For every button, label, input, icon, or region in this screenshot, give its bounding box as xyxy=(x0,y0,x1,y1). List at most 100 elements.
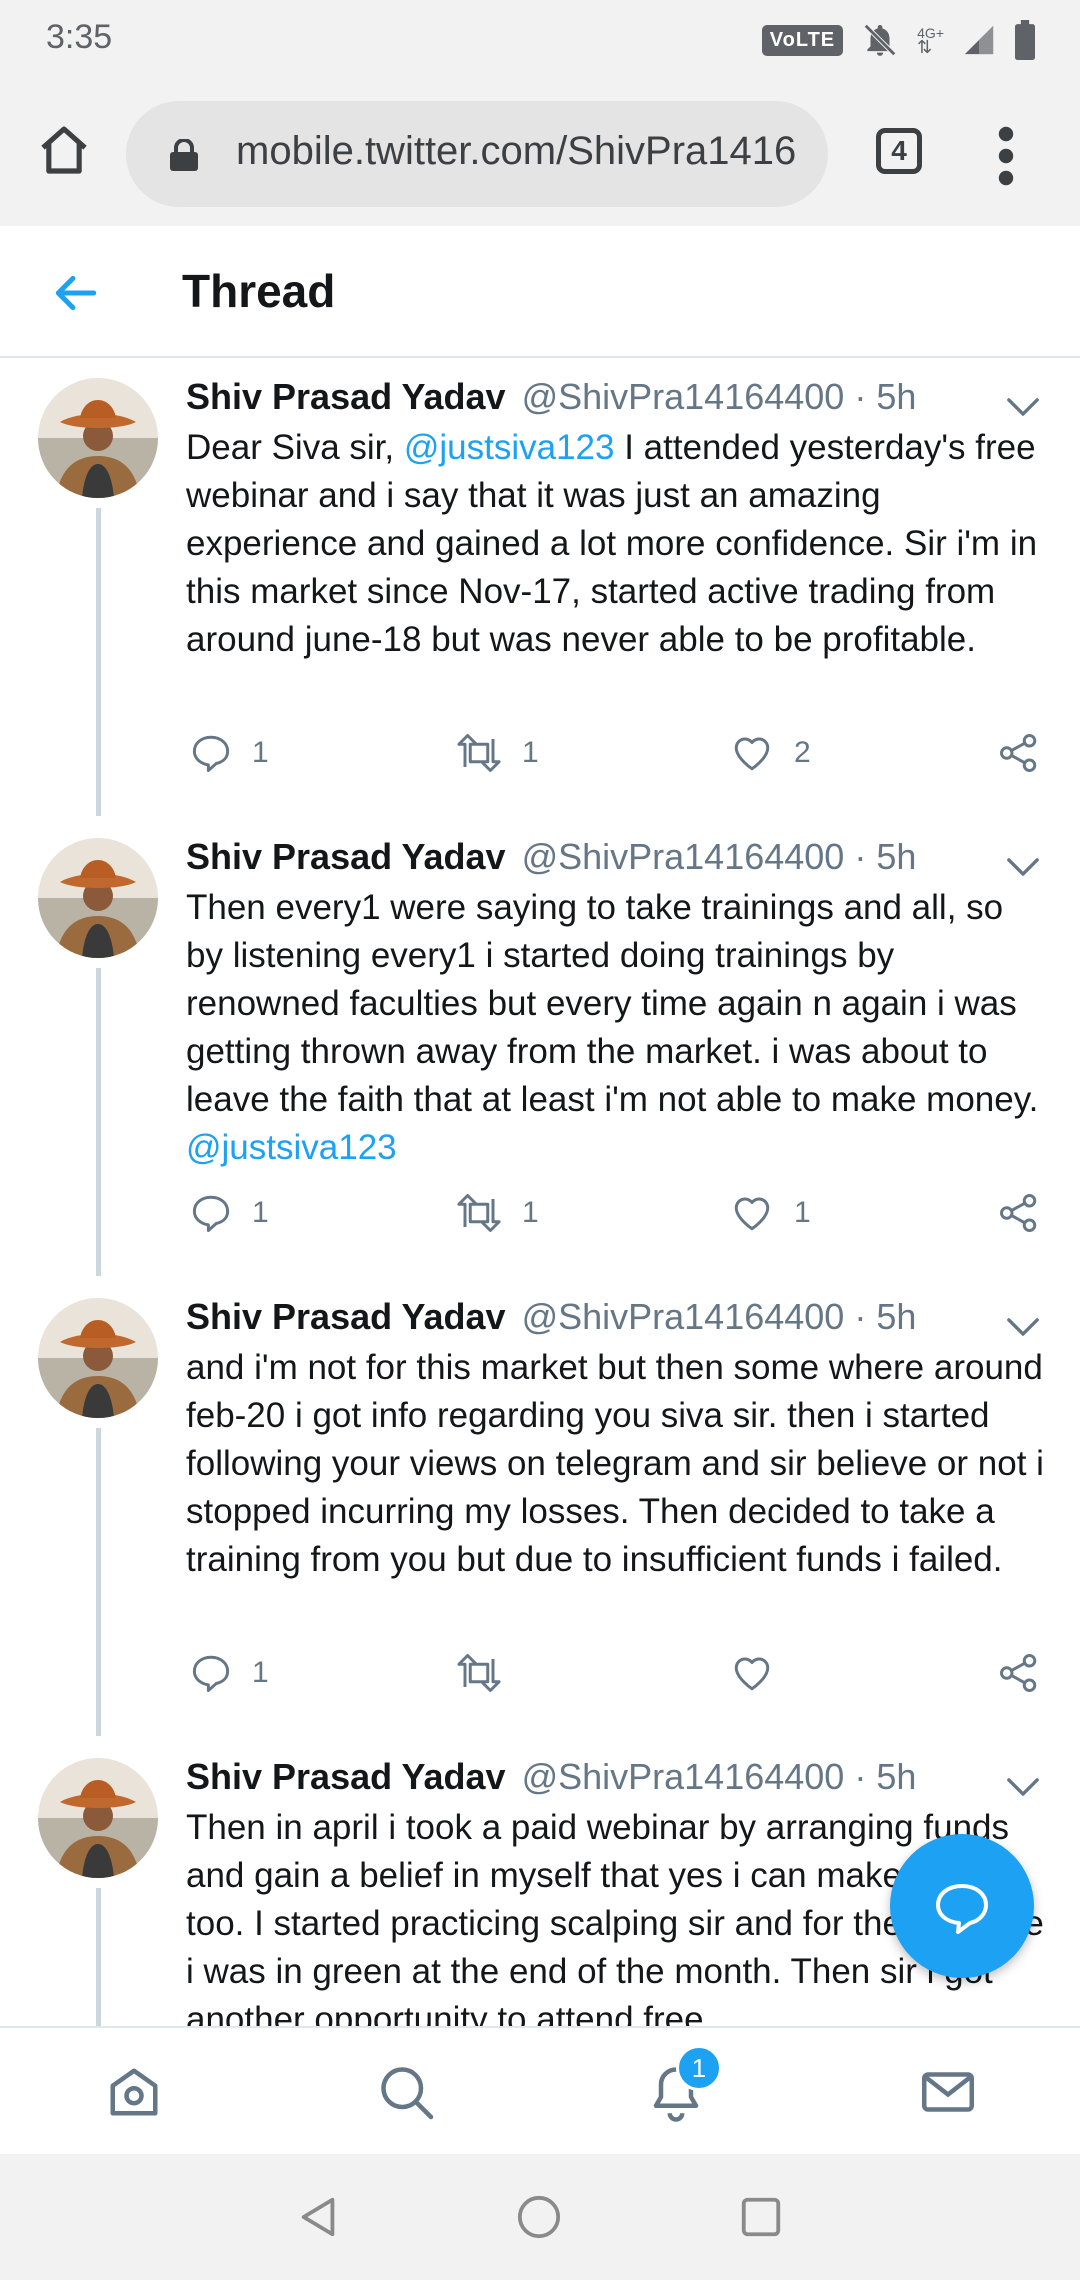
tweet-header: Shiv Prasad Yadav @ShivPra14164400 · 5h xyxy=(186,1756,916,1798)
signal-icon xyxy=(964,25,994,55)
tabs-icon[interactable]: 4 xyxy=(876,128,922,174)
thread-header: Thread xyxy=(0,226,1080,358)
system-nav-bar xyxy=(0,2154,1080,2280)
like-button[interactable] xyxy=(730,1652,794,1694)
tweet[interactable]: Shiv Prasad Yadav @ShivPra14164400 · 5h … xyxy=(0,356,1080,816)
bottom-nav xyxy=(0,2026,1080,2156)
share-button[interactable] xyxy=(998,732,1040,774)
retweet-button[interactable]: 1 xyxy=(456,1192,539,1234)
reply-button[interactable]: 1 xyxy=(190,732,269,774)
thread-connector xyxy=(96,1888,101,2026)
network-type: 4G+ ⇅ xyxy=(917,25,944,57)
author-name[interactable]: Shiv Prasad Yadav xyxy=(186,836,506,877)
tweet-text: Then every1 were saying to take training… xyxy=(186,884,1046,1172)
share-icon xyxy=(1000,1194,1037,1232)
caret-down-icon[interactable] xyxy=(1006,856,1040,878)
retweet-icon xyxy=(457,1194,501,1232)
caret-down-icon[interactable] xyxy=(1006,1776,1040,1798)
reply-count: 1 xyxy=(252,1196,269,1229)
status-time: 3:35 xyxy=(46,18,113,56)
notification-badge: 1 xyxy=(676,2045,722,2091)
retweet-count: 1 xyxy=(522,1196,539,1229)
like-button[interactable]: 1 xyxy=(730,1192,811,1234)
system-recents-icon[interactable] xyxy=(738,2194,784,2240)
page-title: Thread xyxy=(182,265,336,317)
system-home-icon[interactable] xyxy=(516,2194,562,2240)
lock-icon xyxy=(170,139,198,171)
reply-count: 1 xyxy=(252,1656,269,1689)
author-handle-time: @ShivPra14164400 · 5h xyxy=(521,1296,917,1337)
reply-icon xyxy=(192,1655,230,1692)
author-name[interactable]: Shiv Prasad Yadav xyxy=(186,376,506,417)
caret-down-icon[interactable] xyxy=(1006,396,1040,418)
home-icon[interactable] xyxy=(36,122,92,178)
avatar[interactable] xyxy=(38,378,158,498)
thread-connector xyxy=(96,968,101,1276)
avatar-image xyxy=(38,378,158,498)
share-button[interactable] xyxy=(998,1192,1040,1234)
retweet-icon xyxy=(457,734,501,772)
author-name[interactable]: Shiv Prasad Yadav xyxy=(186,1756,506,1797)
retweet-icon xyxy=(457,1654,501,1692)
reply-icon xyxy=(192,1195,230,1232)
compose-button[interactable] xyxy=(890,1834,1034,1978)
nav-search-icon[interactable] xyxy=(376,2062,436,2122)
tweet-header: Shiv Prasad Yadav @ShivPra14164400 · 5h xyxy=(186,1296,916,1338)
tweet-header: Shiv Prasad Yadav @ShivPra14164400 · 5h xyxy=(186,836,916,878)
url-text[interactable]: mobile.twitter.com/ShivPra14164400 xyxy=(236,129,796,174)
avatar-image xyxy=(38,838,158,958)
like-button[interactable]: 2 xyxy=(730,732,811,774)
mention-link[interactable]: @justsiva123 xyxy=(404,428,615,467)
address-bar[interactable]: mobile.twitter.com/ShivPra14164400 xyxy=(126,101,828,207)
retweet-count: 1 xyxy=(522,736,539,769)
share-button[interactable] xyxy=(998,1652,1040,1694)
share-icon xyxy=(1000,734,1037,772)
reply-button[interactable]: 1 xyxy=(190,1192,269,1234)
avatar[interactable] xyxy=(38,1298,158,1418)
retweet-button[interactable]: 1 xyxy=(456,732,539,774)
tweet-actions: 1 xyxy=(186,1652,1046,1702)
tweet-text: Dear Siva sir, @justsiva123 I attended y… xyxy=(186,424,1046,664)
tweet-text-part: Dear Siva sir, xyxy=(186,428,404,467)
like-icon xyxy=(734,1657,770,1691)
tweet-text-part: and i'm not for this market but then som… xyxy=(186,1348,1044,1579)
tweet-text: and i'm not for this market but then som… xyxy=(186,1344,1046,1584)
tweet-header: Shiv Prasad Yadav @ShivPra14164400 · 5h xyxy=(186,376,916,418)
reply-button[interactable]: 1 xyxy=(190,1652,269,1694)
author-name[interactable]: Shiv Prasad Yadav xyxy=(186,1296,506,1337)
reply-icon xyxy=(192,735,230,772)
tweet-actions: 1 1 1 xyxy=(186,1192,1046,1242)
like-icon xyxy=(734,737,770,771)
thread-connector xyxy=(96,508,101,816)
more-vert-icon[interactable] xyxy=(990,126,1022,186)
tweet-actions: 1 1 2 xyxy=(186,732,1046,782)
system-back-icon[interactable] xyxy=(296,2194,342,2240)
mention-link[interactable]: @justsiva123 xyxy=(186,1128,397,1167)
tweet[interactable]: Shiv Prasad Yadav @ShivPra14164400 · 5h … xyxy=(0,816,1080,1276)
status-bar: 3:35 VoLTE 4G+ ⇅ xyxy=(0,0,1080,84)
author-handle-time: @ShivPra14164400 · 5h xyxy=(521,836,917,877)
author-handle-time: @ShivPra14164400 · 5h xyxy=(521,1756,917,1797)
caret-down-icon[interactable] xyxy=(1006,1316,1040,1338)
tweet[interactable]: Shiv Prasad Yadav @ShivPra14164400 · 5h … xyxy=(0,1276,1080,1736)
nav-home-icon[interactable] xyxy=(104,2062,164,2122)
reply-count: 1 xyxy=(252,736,269,769)
like-count: 1 xyxy=(794,1196,811,1229)
like-count: 2 xyxy=(794,736,811,769)
browser-toolbar: mobile.twitter.com/ShivPra14164400 4 xyxy=(0,84,1080,226)
back-arrow-icon[interactable] xyxy=(50,268,100,318)
tweet-text-part: Then every1 were saying to take training… xyxy=(186,888,1039,1119)
mute-notifications-icon xyxy=(864,24,897,56)
share-icon xyxy=(1000,1654,1037,1692)
thread-connector xyxy=(96,1428,101,1736)
avatar[interactable] xyxy=(38,838,158,958)
avatar-image xyxy=(38,1758,158,1878)
nav-messages-icon[interactable] xyxy=(918,2062,978,2122)
avatar[interactable] xyxy=(38,1758,158,1878)
author-handle-time: @ShivPra14164400 · 5h xyxy=(521,376,917,417)
compose-icon xyxy=(936,1884,988,1934)
status-icons: VoLTE 4G+ ⇅ xyxy=(761,20,1036,60)
volte-badge: VoLTE xyxy=(761,24,844,56)
avatar-image xyxy=(38,1298,158,1418)
retweet-button[interactable] xyxy=(456,1652,522,1694)
